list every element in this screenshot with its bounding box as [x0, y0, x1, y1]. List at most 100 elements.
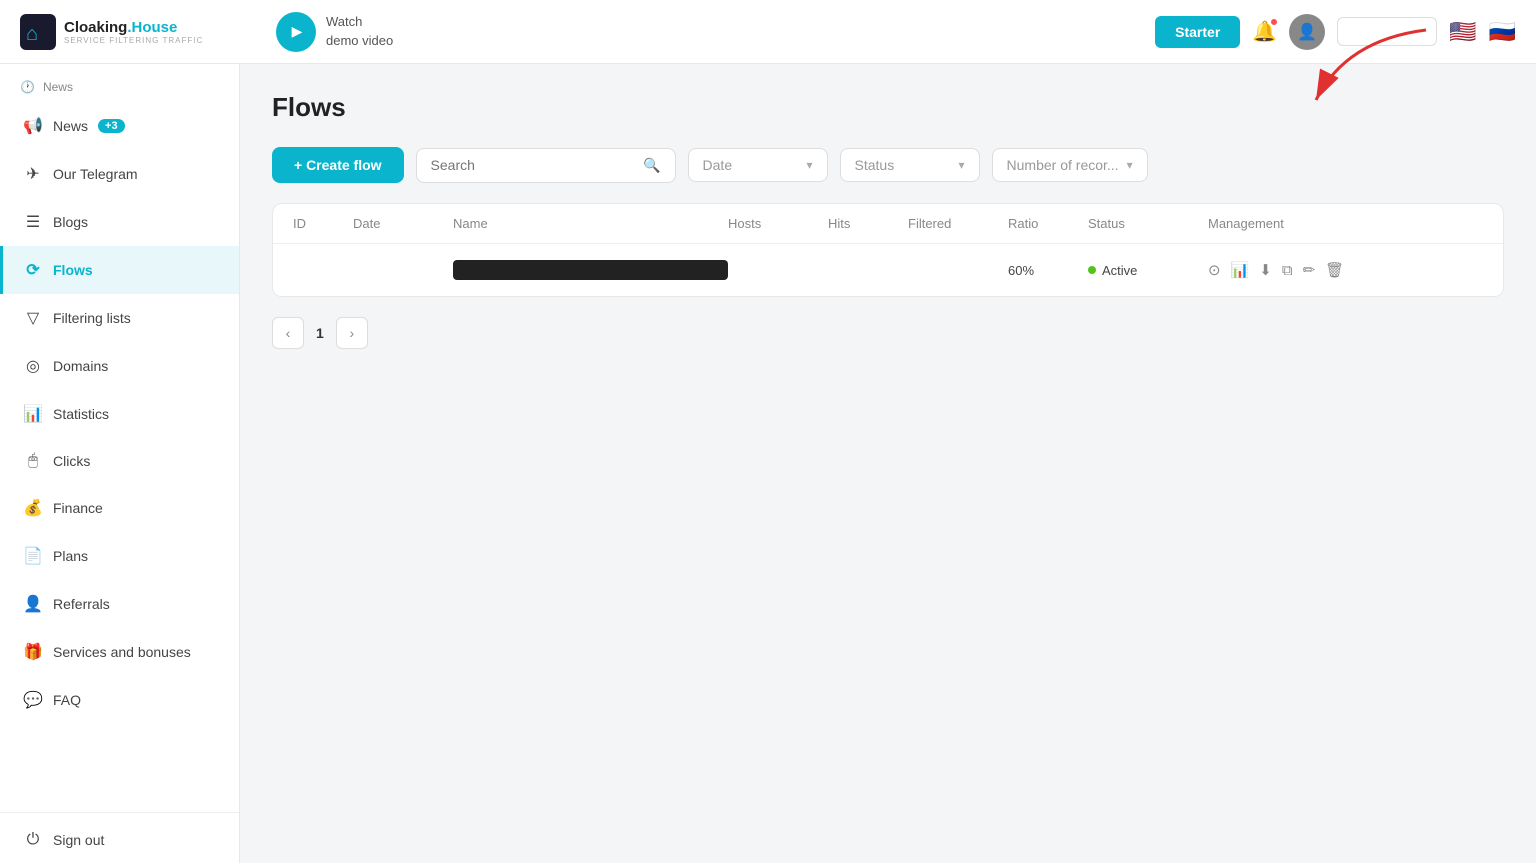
sidebar-divider — [0, 812, 239, 813]
col-filtered: Filtered — [908, 216, 1008, 231]
logo-text: Cloaking.House — [64, 19, 203, 36]
header-middle: ▶ Watch demo video — [276, 12, 1139, 52]
col-date: Date — [353, 216, 453, 231]
sidebar-item-news[interactable]: 📢 News +3 — [0, 102, 239, 150]
sign-out-icon: ⏻ — [23, 831, 43, 849]
domains-icon: ◎ — [23, 356, 43, 376]
sidebar-item-referrals[interactable]: 👤 Referrals — [0, 580, 239, 628]
finance-icon: 💰 — [23, 498, 43, 518]
sidebar-item-filtering-lists[interactable]: ▽ Filtering lists — [0, 294, 239, 342]
filtering-icon: ▽ — [23, 308, 43, 328]
status-filter[interactable]: Status ▾ — [840, 148, 980, 182]
pagination: ‹ 1 › — [272, 317, 1504, 349]
sidebar-datetime: 🕐 News — [0, 64, 239, 102]
user-name-box[interactable] — [1337, 17, 1437, 46]
date-chevron-icon: ▾ — [807, 158, 813, 172]
avatar[interactable]: 👤 — [1289, 14, 1325, 50]
notification-button[interactable]: 🔔 — [1252, 19, 1277, 44]
sidebar-label-domains: Domains — [53, 358, 108, 374]
user-name — [1354, 24, 1358, 39]
sidebar-item-sign-out[interactable]: ⏻ Sign out — [0, 817, 239, 863]
sidebar-item-services-bonuses[interactable]: 🎁 Services and bonuses — [0, 628, 239, 676]
sidebar-item-our-telegram[interactable]: ✈ Our Telegram — [0, 150, 239, 198]
sidebar-label-our-telegram: Our Telegram — [53, 166, 138, 182]
cell-name — [453, 260, 728, 280]
table-header: ID Date Name Hosts Hits Filtered Ratio S… — [273, 204, 1503, 244]
records-filter[interactable]: Number of recor... ▾ — [992, 148, 1148, 182]
flag-ru-icon[interactable]: 🇷🇺 — [1489, 19, 1516, 45]
status-text: Active — [1102, 263, 1137, 278]
referrals-icon: 👤 — [23, 594, 43, 614]
status-filter-label: Status — [855, 157, 951, 173]
main-content: Flows + Create flow 🔍 Date ▾ Status ▾ Nu… — [240, 64, 1536, 863]
col-management: Management — [1208, 216, 1483, 231]
header-right: Starter 🔔 👤 🇺🇸 🇷🇺 — [1155, 14, 1516, 50]
sidebar-item-faq[interactable]: 💬 FAQ — [0, 676, 239, 724]
svg-text:⌂: ⌂ — [26, 23, 38, 45]
demo-video-button[interactable]: ▶ Watch demo video — [276, 12, 393, 52]
plans-icon: 📄 — [23, 546, 43, 566]
delete-action-icon[interactable]: 🗑 — [1325, 261, 1344, 279]
info-action-icon[interactable]: ⊙ — [1208, 261, 1221, 279]
datetime-value: News — [43, 80, 73, 94]
sidebar-item-flows[interactable]: ⟳ Flows — [0, 246, 239, 294]
header: ⌂ Cloaking.House SERVICE FILTERING TRAFF… — [0, 0, 1536, 64]
logo-area: ⌂ Cloaking.House SERVICE FILTERING TRAFF… — [20, 14, 260, 50]
sidebar-label-news: News — [53, 118, 88, 134]
prev-page-button[interactable]: ‹ — [272, 317, 304, 349]
sidebar-label-plans: Plans — [53, 548, 88, 564]
clock-icon: 🕐 — [20, 80, 35, 94]
download-action-icon[interactable]: ⬇ — [1259, 261, 1272, 279]
redacted-name-bar — [453, 260, 728, 280]
stats-action-icon[interactable]: 📊 — [1231, 261, 1250, 279]
search-box[interactable]: 🔍 — [416, 148, 676, 183]
sidebar-label-referrals: Referrals — [53, 596, 110, 612]
toolbar: + Create flow 🔍 Date ▾ Status ▾ Number o… — [272, 147, 1504, 183]
layout: 🕐 News 📢 News +3 ✈ Our Telegram ☰ Blogs … — [0, 64, 1536, 863]
sidebar-item-blogs[interactable]: ☰ Blogs — [0, 198, 239, 246]
col-hosts: Hosts — [728, 216, 828, 231]
cell-ratio: 60% — [1008, 263, 1088, 278]
clicks-icon: 🖱 — [23, 452, 43, 470]
sidebar-item-finance[interactable]: 💰 Finance — [0, 484, 239, 532]
next-page-button[interactable]: › — [336, 317, 368, 349]
flag-us-icon[interactable]: 🇺🇸 — [1449, 19, 1476, 45]
sidebar-label-clicks: Clicks — [53, 453, 90, 469]
status-dot — [1088, 266, 1096, 274]
cell-status: Active — [1088, 263, 1208, 278]
col-ratio: Ratio — [1008, 216, 1088, 231]
sidebar-item-domains[interactable]: ◎ Domains — [0, 342, 239, 390]
play-icon: ▶ — [292, 23, 303, 40]
news-icon: 📢 — [23, 116, 43, 136]
edit-action-icon[interactable]: ✏ — [1303, 261, 1316, 279]
sidebar-item-statistics[interactable]: 📊 Statistics — [0, 390, 239, 438]
demo-line1: Watch — [326, 13, 393, 31]
blogs-icon: ☰ — [23, 212, 43, 232]
col-hits: Hits — [828, 216, 908, 231]
page-title: Flows — [272, 92, 1504, 123]
logo-sub: SERVICE FILTERING TRAFFIC — [64, 36, 203, 45]
flows-icon: ⟳ — [23, 260, 43, 280]
search-icon: 🔍 — [643, 157, 660, 174]
cell-management: ⊙ 📊 ⬇ ⧉ ✏ 🗑 — [1208, 261, 1483, 279]
telegram-icon: ✈ — [23, 164, 43, 184]
create-flow-button[interactable]: + Create flow — [272, 147, 404, 183]
news-badge: +3 — [98, 119, 125, 133]
copy-action-icon[interactable]: ⧉ — [1282, 262, 1293, 279]
records-filter-label: Number of recor... — [1007, 157, 1119, 173]
demo-line2: demo video — [326, 32, 393, 50]
sidebar-label-filtering-lists: Filtering lists — [53, 310, 131, 326]
sidebar-item-plans[interactable]: 📄 Plans — [0, 532, 239, 580]
date-filter-label: Date — [703, 157, 799, 173]
search-input[interactable] — [431, 157, 636, 173]
date-filter[interactable]: Date ▾ — [688, 148, 828, 182]
sidebar-item-clicks[interactable]: 🖱 Clicks — [0, 438, 239, 484]
flows-table: ID Date Name Hosts Hits Filtered Ratio S… — [272, 203, 1504, 297]
status-chevron-icon: ▾ — [959, 158, 965, 172]
starter-button[interactable]: Starter — [1155, 16, 1240, 48]
sidebar-label-flows: Flows — [53, 262, 93, 278]
table-row: 60% Active ⊙ 📊 ⬇ ⧉ ✏ 🗑 — [273, 244, 1503, 296]
sidebar-label-sign-out: Sign out — [53, 832, 104, 848]
notification-badge — [1269, 17, 1279, 27]
statistics-icon: 📊 — [23, 404, 43, 424]
